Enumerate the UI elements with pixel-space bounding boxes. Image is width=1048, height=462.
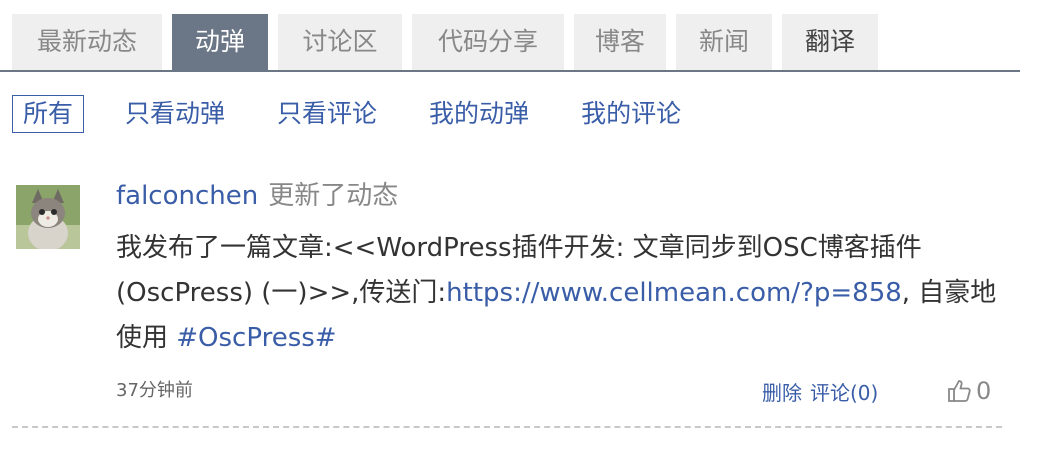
tab-label: 新闻 bbox=[698, 27, 749, 56]
tab-label: 翻译 bbox=[804, 27, 855, 56]
main-tabs: 最新动态 动弹 讨论区 代码分享 博客 新闻 翻译 bbox=[12, 14, 888, 70]
comment-button[interactable]: 评论(0) bbox=[810, 378, 878, 408]
tab-label: 博客 bbox=[594, 27, 645, 56]
post-content: 我发布了一篇文章:<<WordPress插件开发: 文章同步到OSC博客插件(O… bbox=[116, 226, 1016, 361]
tab-latest[interactable]: 最新动态 bbox=[12, 14, 162, 70]
post-actions: 删除 评论(0) bbox=[762, 378, 886, 408]
tab-label: 动弹 bbox=[194, 27, 245, 56]
like-button[interactable]: 0 bbox=[946, 374, 991, 408]
tab-label: 讨论区 bbox=[302, 27, 378, 56]
filter-tweets-only[interactable]: 只看动弹 bbox=[125, 95, 225, 133]
filter-comments-only[interactable]: 只看评论 bbox=[277, 95, 377, 133]
filter-all[interactable]: 所有 bbox=[12, 95, 85, 133]
thumbs-up-icon bbox=[948, 380, 971, 402]
delete-button[interactable]: 删除 bbox=[762, 378, 802, 408]
filter-bar: 所有 只看动弹 只看评论 我的动弹 我的评论 bbox=[12, 93, 681, 135]
post-time: 37分钟前 bbox=[116, 380, 193, 401]
tab-translation[interactable]: 翻译 bbox=[782, 14, 878, 70]
tab-label: 代码分享 bbox=[437, 27, 538, 56]
tab-tweets[interactable]: 动弹 bbox=[172, 14, 268, 70]
tabs-divider bbox=[0, 70, 1020, 72]
tab-news[interactable]: 新闻 bbox=[676, 14, 772, 70]
filter-my-comments[interactable]: 我的评论 bbox=[581, 95, 681, 133]
avatar[interactable] bbox=[16, 185, 80, 249]
tab-code-share[interactable]: 代码分享 bbox=[412, 14, 564, 70]
post-action: 更新了动态 bbox=[268, 181, 399, 211]
like-count: 0 bbox=[976, 377, 992, 405]
author-name[interactable]: falconchen bbox=[116, 181, 258, 211]
kitten-avatar-icon bbox=[16, 185, 80, 249]
post-link[interactable]: https://www.cellmean.com/?p=858 bbox=[446, 278, 902, 308]
post-header: falconchen 更新了动态 bbox=[116, 176, 398, 216]
tab-discussion[interactable]: 讨论区 bbox=[278, 14, 402, 70]
hashtag-link[interactable]: #OscPress# bbox=[176, 323, 336, 353]
filter-my-tweets[interactable]: 我的动弹 bbox=[429, 95, 529, 133]
post-divider bbox=[12, 426, 1002, 428]
tab-blog[interactable]: 博客 bbox=[574, 14, 666, 70]
tab-label: 最新动态 bbox=[36, 27, 137, 56]
